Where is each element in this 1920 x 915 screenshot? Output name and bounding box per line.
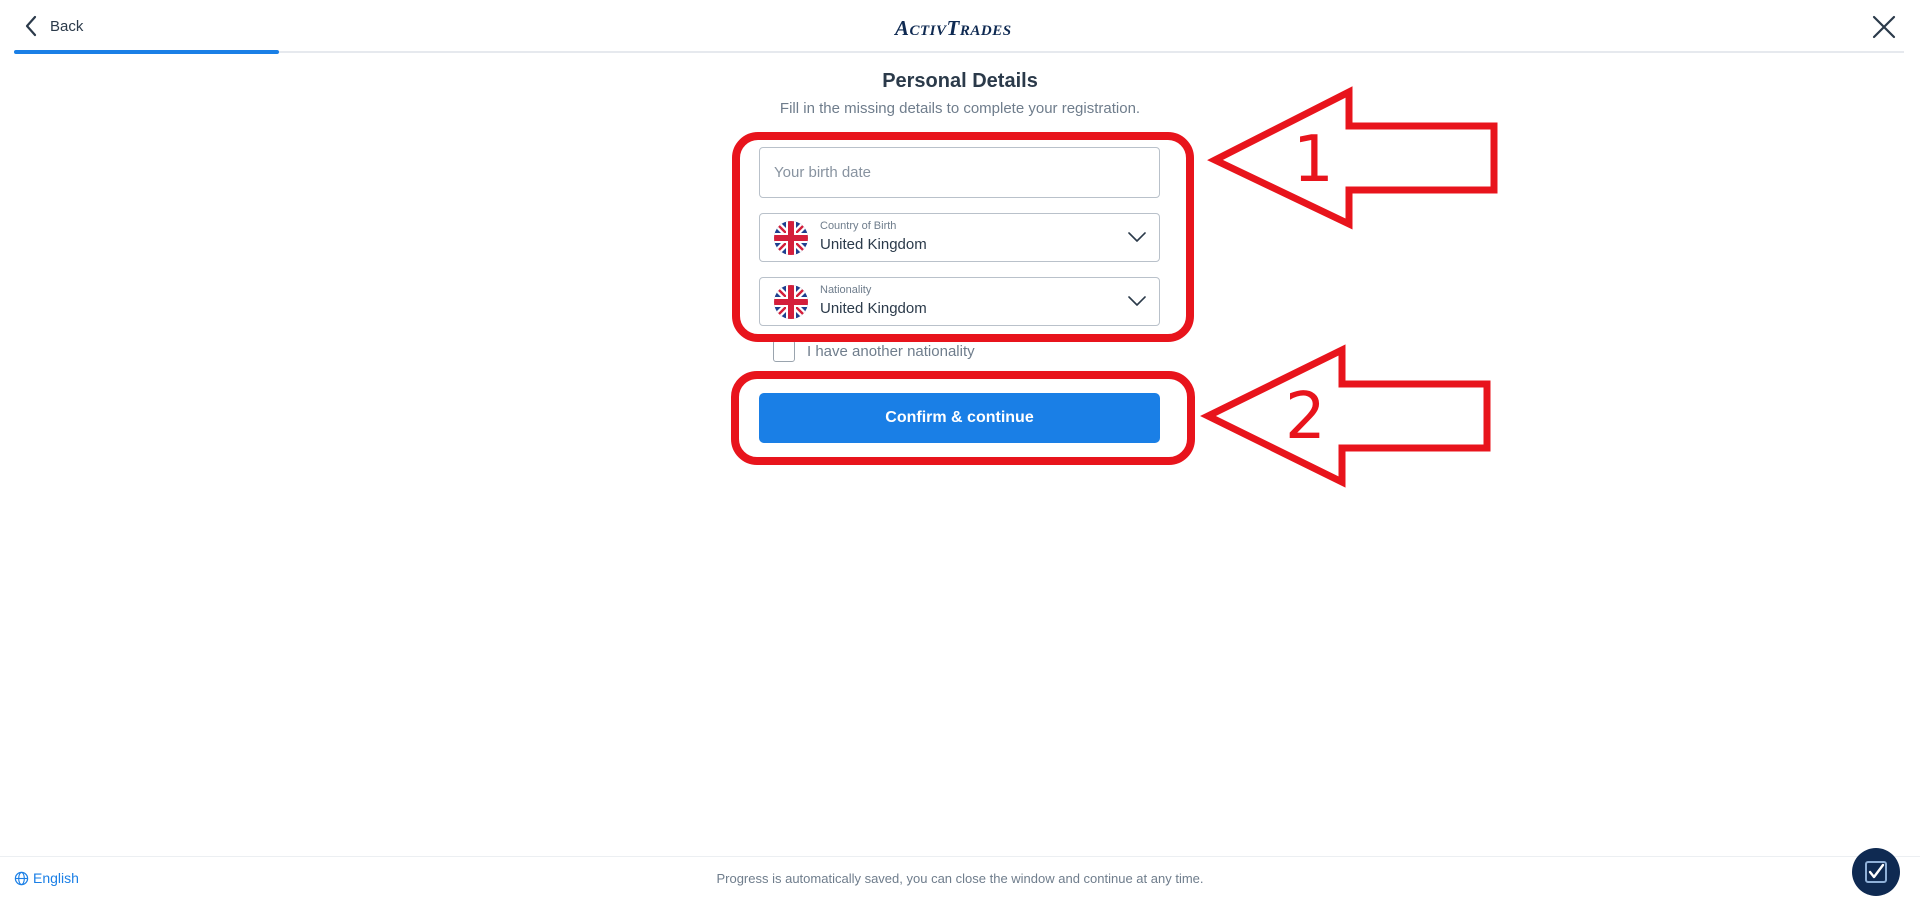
birth-date-input[interactable] xyxy=(760,148,1159,197)
uk-flag-icon xyxy=(774,221,808,255)
header: Back ACTIVTRADES xyxy=(0,0,1920,55)
nationality-select[interactable]: Nationality United Kingdom xyxy=(759,277,1160,326)
activtrades-logo: ACTIVTRADES xyxy=(895,16,1012,40)
arrow-2 xyxy=(1200,344,1491,488)
back-label: Back xyxy=(50,17,84,35)
page-title: Personal Details xyxy=(882,70,1038,92)
page-subtitle: Fill in the missing details to complete … xyxy=(779,100,1141,117)
help-widget-button[interactable] xyxy=(1852,848,1900,896)
annotation-number-2: 2 xyxy=(1285,380,1326,454)
annotation-number-1: 1 xyxy=(1293,123,1334,197)
autosave-note: Progress is automatically saved, you can… xyxy=(716,871,1204,886)
country-of-birth-label: Country of Birth xyxy=(820,220,897,232)
another-nationality-label: I have another nationality xyxy=(807,342,975,360)
close-button[interactable] xyxy=(1870,13,1898,41)
nationality-value: United Kingdom xyxy=(820,300,927,317)
chevron-down-icon xyxy=(1128,232,1146,242)
country-of-birth-select[interactable]: Country of Birth United Kingdom xyxy=(759,213,1160,262)
annotation-overlay xyxy=(731,86,1498,488)
progress-bar-fill xyxy=(14,50,279,54)
chevron-left-icon xyxy=(25,15,37,37)
footer-divider xyxy=(0,856,1920,857)
another-nationality-option[interactable]: I have another nationality xyxy=(773,340,975,362)
progress-bar xyxy=(14,50,1904,54)
back-button[interactable]: Back xyxy=(24,12,83,40)
registration-page: Back ACTIVTRADES Personal Details Fill i… xyxy=(0,0,1920,915)
another-nationality-checkbox[interactable] xyxy=(773,340,795,362)
uk-flag-icon xyxy=(774,285,808,319)
chevron-down-icon xyxy=(1128,296,1146,306)
help-widget-icon xyxy=(1865,861,1887,883)
nationality-label: Nationality xyxy=(820,284,872,296)
birth-date-field xyxy=(759,147,1160,198)
close-icon xyxy=(1872,15,1896,39)
country-of-birth-value: United Kingdom xyxy=(820,236,927,253)
confirm-continue-button[interactable]: Confirm & continue xyxy=(759,393,1160,443)
